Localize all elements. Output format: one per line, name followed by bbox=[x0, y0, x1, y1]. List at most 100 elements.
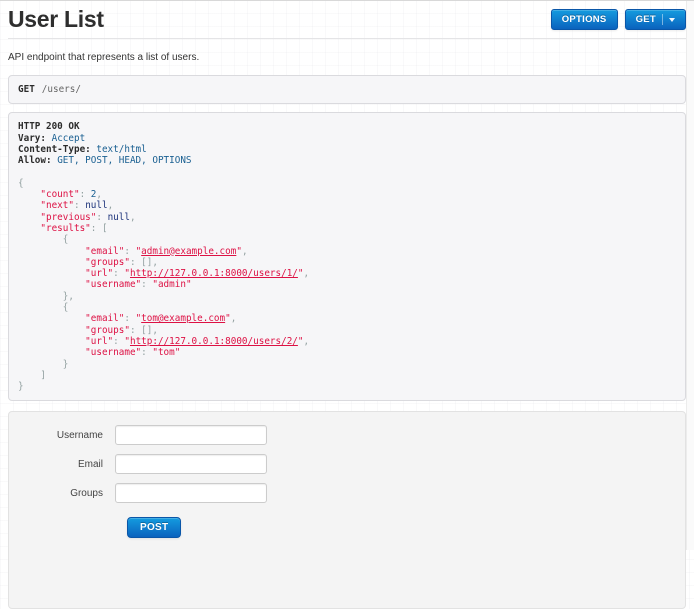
create-user-form: Username Email Groups bbox=[9, 425, 685, 503]
code-line: "count": 2, bbox=[18, 189, 676, 200]
json-token: "results" bbox=[40, 223, 90, 234]
json-token: "count" bbox=[40, 189, 79, 200]
response-json-body: { "count": 2, "next": null, "previous": … bbox=[18, 178, 676, 393]
code-line: "username": "tom" bbox=[18, 347, 676, 358]
options-button[interactable]: OPTIONS bbox=[551, 9, 618, 30]
json-token: , bbox=[96, 189, 102, 200]
json-token bbox=[18, 291, 63, 302]
json-token bbox=[18, 336, 85, 347]
page-header: User List OPTIONS GET bbox=[8, 1, 686, 39]
json-token bbox=[18, 257, 85, 268]
user-1-url-link[interactable]: http://127.0.0.1:8000/users/1/ bbox=[130, 268, 298, 279]
json-token: : bbox=[130, 325, 141, 336]
code-line: } bbox=[18, 359, 676, 370]
json-token: : bbox=[91, 223, 102, 234]
json-token: } bbox=[18, 381, 24, 392]
header-name: Allow: bbox=[18, 155, 52, 166]
json-token: : bbox=[141, 279, 152, 290]
code-line: { bbox=[18, 178, 676, 189]
json-token: "username" bbox=[85, 347, 141, 358]
json-token: "next" bbox=[40, 200, 74, 211]
page-description: API endpoint that represents a list of u… bbox=[8, 52, 686, 63]
json-token: null bbox=[108, 212, 130, 223]
get-button[interactable]: GET bbox=[625, 9, 686, 30]
header-value: Accept bbox=[46, 133, 85, 144]
json-token: "admin" bbox=[152, 279, 191, 290]
header-name: Content-Type: bbox=[18, 144, 91, 155]
json-token bbox=[18, 200, 40, 211]
json-token: : bbox=[124, 313, 135, 324]
meta-header-row: Content-Type: text/html bbox=[18, 144, 676, 155]
json-token bbox=[18, 189, 40, 200]
json-token: : bbox=[113, 336, 124, 347]
meta-header-row: Vary: Accept bbox=[18, 133, 676, 144]
page-container: User List OPTIONS GET API endpoint that … bbox=[0, 1, 694, 609]
code-line: { bbox=[18, 234, 676, 245]
username-label: Username bbox=[9, 430, 115, 441]
post-button[interactable]: POST bbox=[127, 517, 181, 538]
json-token: "url" bbox=[85, 336, 113, 347]
json-token: { bbox=[18, 178, 24, 189]
json-token: [ bbox=[102, 223, 108, 234]
create-user-form-panel: Username Email Groups POST bbox=[8, 411, 686, 609]
groups-form-row: Groups bbox=[9, 483, 685, 503]
json-token: [], bbox=[141, 257, 158, 268]
json-token: , bbox=[108, 200, 114, 211]
request-path: /users/ bbox=[42, 84, 81, 95]
header-value: GET, POST, HEAD, OPTIONS bbox=[52, 155, 192, 166]
user-2-url-link[interactable]: http://127.0.0.1:8000/users/2/ bbox=[130, 336, 298, 347]
json-token: null bbox=[85, 200, 107, 211]
code-line: } bbox=[18, 381, 676, 392]
json-token bbox=[18, 370, 40, 381]
json-token: "groups" bbox=[85, 325, 130, 336]
json-token: "tom" bbox=[152, 347, 180, 358]
json-token bbox=[18, 313, 85, 324]
json-token: { bbox=[63, 302, 69, 313]
email-input[interactable] bbox=[115, 454, 267, 474]
json-token: "email" bbox=[85, 246, 124, 257]
json-token: , bbox=[304, 268, 310, 279]
tom-email-link[interactable]: tom@example.com bbox=[141, 313, 225, 324]
request-line-box: GET/users/ bbox=[8, 75, 686, 104]
response-box: HTTP 200 OKVary: AcceptContent-Type: tex… bbox=[8, 112, 686, 401]
email-label: Email bbox=[9, 459, 115, 470]
json-token bbox=[18, 268, 85, 279]
json-token: , bbox=[304, 336, 310, 347]
json-token: : bbox=[130, 257, 141, 268]
header-value: text/html bbox=[91, 144, 147, 155]
json-token: , bbox=[242, 246, 248, 257]
code-line: "next": null, bbox=[18, 200, 676, 211]
code-line: "url": "http://127.0.0.1:8000/users/2/", bbox=[18, 336, 676, 347]
code-line: }, bbox=[18, 291, 676, 302]
json-token bbox=[18, 246, 85, 257]
code-line: "url": "http://127.0.0.1:8000/users/1/", bbox=[18, 268, 676, 279]
json-token bbox=[18, 212, 40, 223]
json-token: : bbox=[113, 268, 124, 279]
json-token: ] bbox=[40, 370, 46, 381]
json-token: "username" bbox=[85, 279, 141, 290]
code-line: "email": "admin@example.com", bbox=[18, 246, 676, 257]
code-line: "email": "tom@example.com", bbox=[18, 313, 676, 324]
code-line: { bbox=[18, 302, 676, 313]
header-name: Vary: bbox=[18, 133, 46, 144]
json-token bbox=[18, 279, 85, 290]
admin-email-link[interactable]: admin@example.com bbox=[141, 246, 236, 257]
request-method: GET bbox=[18, 84, 35, 95]
json-token: [], bbox=[141, 325, 158, 336]
json-token: "groups" bbox=[85, 257, 130, 268]
response-meta: HTTP 200 OKVary: AcceptContent-Type: tex… bbox=[18, 121, 676, 166]
json-token: : bbox=[141, 347, 152, 358]
chevron-down-icon[interactable] bbox=[669, 18, 675, 22]
json-token: { bbox=[63, 234, 69, 245]
json-token: , bbox=[231, 313, 237, 324]
groups-input[interactable] bbox=[115, 483, 267, 503]
options-button-label: OPTIONS bbox=[562, 14, 607, 25]
json-token: "url" bbox=[85, 268, 113, 279]
code-line: "username": "admin" bbox=[18, 279, 676, 290]
json-token: "email" bbox=[85, 313, 124, 324]
code-line: ] bbox=[18, 370, 676, 381]
username-input[interactable] bbox=[115, 425, 267, 445]
meta-header-row: Allow: GET, POST, HEAD, OPTIONS bbox=[18, 155, 676, 166]
json-token: : bbox=[124, 246, 135, 257]
vertical-scrollbar[interactable] bbox=[686, 1, 694, 550]
